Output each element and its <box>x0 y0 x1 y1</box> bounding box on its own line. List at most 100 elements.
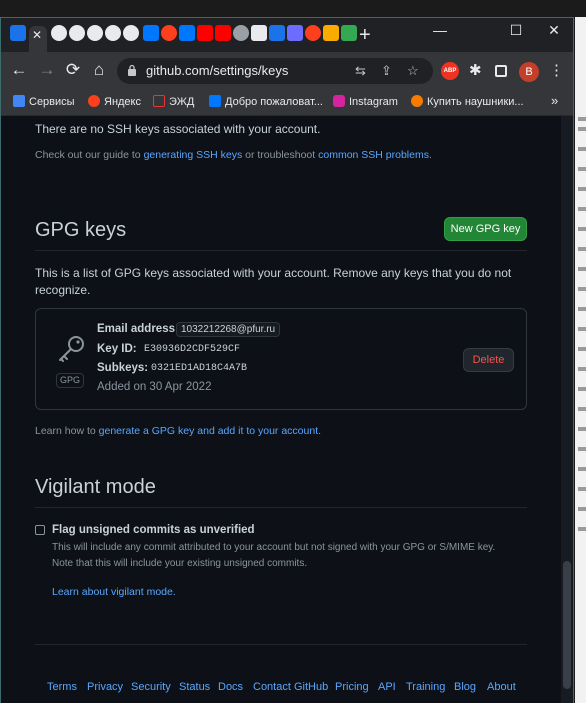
email-value: 1032212268@pfur.ru <box>176 322 281 337</box>
vigilant-help-line1: This will include any commit attributed … <box>52 542 496 553</box>
subkeys-label: Subkeys: <box>97 362 149 374</box>
translate-icon[interactable]: ⇆ <box>355 63 366 79</box>
generating-ssh-keys-link[interactable]: generating SSH keys <box>144 149 243 161</box>
tab-youtube-icon[interactable] <box>215 25 231 41</box>
tab-stats-icon[interactable] <box>323 25 339 41</box>
tab-github-icon[interactable] <box>69 25 85 41</box>
footer-link-blog[interactable]: Blog <box>454 681 476 693</box>
new-gpg-key-button[interactable]: New GPG key <box>444 217 527 241</box>
gpg-learn-text: Learn how to generate a GPG key and add … <box>35 425 322 437</box>
section-divider <box>35 250 527 251</box>
tab-github-icon[interactable] <box>123 25 139 41</box>
footer-link-contact[interactable]: Contact GitHub <box>253 681 328 693</box>
common-ssh-problems-link[interactable]: common SSH problems <box>318 149 429 161</box>
bookmarks-bar: Сервисы Яндекс ЭЖД Добро пожаловат... In… <box>1 90 573 116</box>
footer-link-docs[interactable]: Docs <box>218 681 243 693</box>
tab-github-icon[interactable] <box>87 25 103 41</box>
tab-strip: ✕ + — ☐ ✕ <box>1 18 573 52</box>
side-panel-icon[interactable] <box>495 65 507 77</box>
active-tab[interactable]: ✕ <box>29 26 47 52</box>
tab-close-icon[interactable]: ✕ <box>32 28 42 42</box>
added-date: Added on 30 Apr 2022 <box>97 381 212 393</box>
extensions-puzzle-icon[interactable]: ✱ <box>469 62 482 80</box>
vk-icon <box>209 95 221 107</box>
bookmark-headphones[interactable]: Купить наушники... <box>411 95 524 108</box>
tab-vk-icon[interactable] <box>179 25 195 41</box>
bookmark-vk[interactable]: Добро пожаловат... <box>209 95 323 108</box>
tab-yandex-icon[interactable] <box>305 25 321 41</box>
minimize-button[interactable]: — <box>425 22 455 38</box>
footer-link-terms[interactable]: Terms <box>47 681 77 693</box>
tab-image-icon[interactable] <box>341 25 357 41</box>
email-label: Email address: <box>97 323 179 335</box>
ssh-empty-text: There are no SSH keys associated with yo… <box>35 122 321 136</box>
bookmarks-overflow-button[interactable]: » <box>551 93 558 108</box>
tab-vk-icon[interactable] <box>143 25 159 41</box>
instagram-icon <box>333 95 345 107</box>
footer-link-security[interactable]: Security <box>131 681 171 693</box>
ssh-guide-text: Check out our guide to generating SSH ke… <box>35 149 432 161</box>
document-icon <box>153 95 165 107</box>
tab-favicon-messages-icon[interactable] <box>10 25 26 41</box>
footer-link-training[interactable]: Training <box>406 681 445 693</box>
share-icon[interactable]: ⇪ <box>381 63 392 79</box>
generate-gpg-key-link[interactable]: generate a GPG key and add it to your ac… <box>99 425 318 437</box>
flag-unsigned-commits-checkbox[interactable] <box>35 525 45 535</box>
footer-divider <box>35 644 527 645</box>
vigilant-mode-heading: Vigilant mode <box>35 476 156 498</box>
footer-link-about[interactable]: About <box>487 681 516 693</box>
reload-button[interactable]: ⟳ <box>63 61 83 79</box>
maximize-button[interactable]: ☐ <box>501 22 531 39</box>
screen: ✕ + — ☐ ✕ ← → ⟳ ⌂ github.com/settings/ke… <box>0 0 586 703</box>
gpg-keys-heading: GPG keys <box>35 219 127 241</box>
vigilant-help-line2: Note that this will include your existin… <box>52 558 308 569</box>
browser-window: ✕ + — ☐ ✕ ← → ⟳ ⌂ github.com/settings/ke… <box>0 17 574 703</box>
yandex-icon <box>88 95 100 107</box>
browser-toolbar: ← → ⟳ ⌂ github.com/settings/keys ⇆ ⇪ ☆ A… <box>1 52 573 90</box>
section-divider <box>35 507 527 508</box>
bookmark-services[interactable]: Сервисы <box>13 95 75 108</box>
footer-link-api[interactable]: API <box>378 681 396 693</box>
tab-messages-icon[interactable] <box>269 25 285 41</box>
tab-yandex-icon[interactable] <box>161 25 177 41</box>
close-window-button[interactable]: ✕ <box>539 22 569 39</box>
url-text[interactable]: github.com/settings/keys <box>146 63 288 78</box>
background-window-sliver <box>575 17 586 703</box>
shop-icon <box>411 95 423 107</box>
gpg-description-line2: recognize. <box>35 283 91 297</box>
scrollbar-thumb[interactable] <box>563 561 571 689</box>
back-button[interactable]: ← <box>9 61 29 79</box>
tab-github-icon[interactable] <box>51 25 67 41</box>
page-scrollbar[interactable] <box>561 116 573 703</box>
key-id-value: E30936D2CDF529CF <box>144 344 241 355</box>
tab-github-icon[interactable] <box>105 25 121 41</box>
apps-grid-icon <box>13 95 25 107</box>
gpg-key-item: GPG Email address: 1032212268@pfur.ru Ke… <box>35 308 527 410</box>
key-icon <box>59 336 84 362</box>
bookmark-yandex[interactable]: Яндекс <box>88 95 141 108</box>
flag-unsigned-commits-label[interactable]: Flag unsigned commits as unverified <box>52 524 255 536</box>
key-id-label: Key ID: <box>97 343 137 355</box>
bookmark-ezhd[interactable]: ЭЖД <box>153 95 194 108</box>
home-button[interactable]: ⌂ <box>89 61 109 79</box>
bookmark-star-icon[interactable]: ☆ <box>407 63 419 79</box>
learn-vigilant-mode-link[interactable]: Learn about vigilant mode. <box>52 586 176 598</box>
new-tab-button[interactable]: + <box>359 25 371 45</box>
address-bar[interactable]: github.com/settings/keys ⇆ ⇪ ☆ <box>117 58 433 84</box>
adblock-extension-icon[interactable]: ABP <box>441 62 459 80</box>
tab-page-icon[interactable] <box>251 25 267 41</box>
subkeys-value: 0321ED1AD18C4A7B <box>151 363 248 374</box>
page-content: There are no SSH keys associated with yo… <box>1 116 573 703</box>
footer-link-pricing[interactable]: Pricing <box>335 681 369 693</box>
menu-kebab-icon[interactable]: ⋮ <box>549 62 564 80</box>
footer-link-privacy[interactable]: Privacy <box>87 681 123 693</box>
profile-avatar[interactable]: B <box>519 62 539 82</box>
delete-key-button[interactable]: Delete <box>463 348 514 372</box>
bookmark-instagram[interactable]: Instagram <box>333 95 398 108</box>
tab-doc-icon[interactable] <box>287 25 303 41</box>
tab-globe-icon[interactable] <box>233 25 249 41</box>
footer-link-status[interactable]: Status <box>179 681 210 693</box>
lock-icon[interactable] <box>127 64 137 76</box>
forward-button[interactable]: → <box>37 61 57 79</box>
tab-youtube-icon[interactable] <box>197 25 213 41</box>
